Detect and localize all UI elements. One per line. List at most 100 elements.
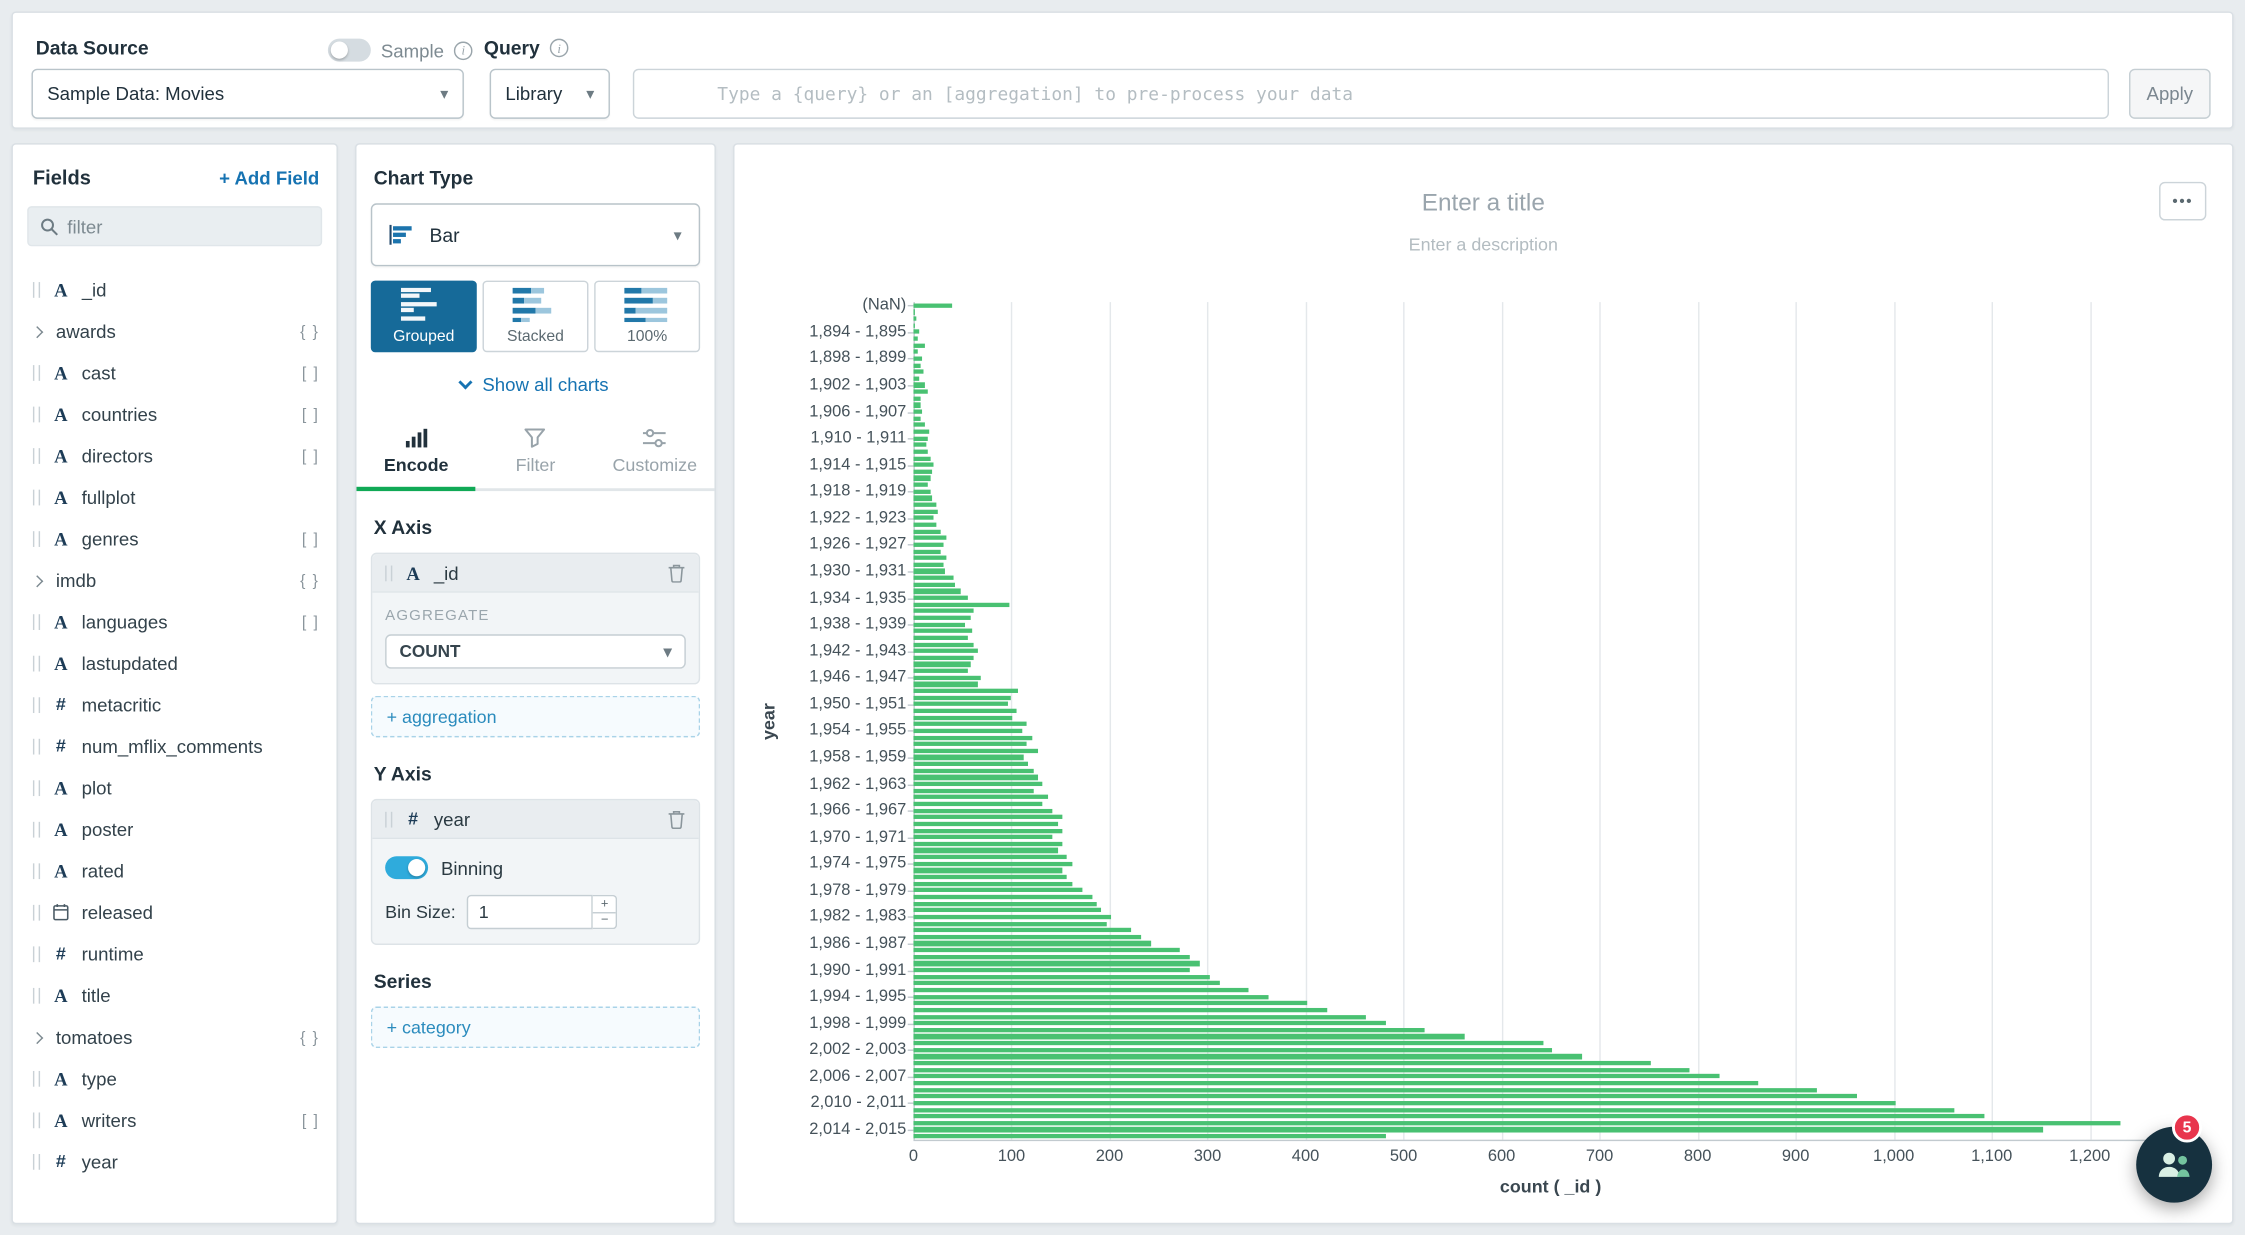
bar[interactable] bbox=[913, 316, 916, 321]
bar[interactable] bbox=[913, 310, 915, 315]
bar[interactable] bbox=[913, 702, 1008, 707]
chart-menu-button[interactable]: ••• bbox=[2159, 182, 2206, 221]
bar[interactable] bbox=[913, 788, 1033, 793]
bar[interactable] bbox=[913, 1094, 1856, 1099]
bar[interactable] bbox=[913, 682, 978, 687]
drag-handle-icon[interactable] bbox=[385, 811, 392, 827]
bar[interactable] bbox=[913, 1048, 1552, 1053]
increment-button[interactable]: + bbox=[593, 896, 616, 911]
bar[interactable] bbox=[913, 669, 968, 674]
bar[interactable] bbox=[913, 483, 928, 488]
bar[interactable] bbox=[913, 662, 970, 667]
drag-handle-icon[interactable] bbox=[33, 946, 40, 962]
bar[interactable] bbox=[913, 503, 936, 508]
tab-customize[interactable]: Customize bbox=[595, 414, 714, 488]
bar[interactable] bbox=[913, 370, 923, 375]
field-row-metacritic[interactable]: #metacritic bbox=[13, 684, 337, 726]
field-row-lastupdated[interactable]: Alastupdated bbox=[13, 643, 337, 685]
bar[interactable] bbox=[913, 330, 919, 335]
bar[interactable] bbox=[913, 516, 934, 521]
show-all-charts-link[interactable]: Show all charts bbox=[371, 374, 700, 395]
bar[interactable] bbox=[913, 941, 1150, 946]
field-row-fullplot[interactable]: Afullplot bbox=[13, 477, 337, 519]
bar[interactable] bbox=[913, 715, 1012, 720]
field-row-rated[interactable]: Arated bbox=[13, 850, 337, 892]
bar[interactable] bbox=[913, 509, 937, 514]
bar[interactable] bbox=[913, 469, 932, 474]
field-row-directors[interactable]: Adirectors[ ] bbox=[13, 435, 337, 477]
bar[interactable] bbox=[913, 356, 922, 361]
bar[interactable] bbox=[913, 1008, 1327, 1013]
bar[interactable] bbox=[913, 655, 974, 660]
bar[interactable] bbox=[913, 636, 968, 641]
bar[interactable] bbox=[913, 948, 1180, 953]
field-row-num_mflix_comments[interactable]: #num_mflix_comments bbox=[13, 726, 337, 768]
drag-handle-icon[interactable] bbox=[385, 565, 392, 581]
bar[interactable] bbox=[913, 542, 943, 547]
bar[interactable] bbox=[913, 722, 1027, 727]
bar[interactable] bbox=[913, 602, 1009, 607]
bar[interactable] bbox=[913, 589, 960, 594]
bar[interactable] bbox=[913, 975, 1209, 980]
bar[interactable] bbox=[913, 416, 920, 421]
bar[interactable] bbox=[913, 1088, 1817, 1093]
aggregate-select[interactable]: COUNT ▾ bbox=[385, 634, 686, 668]
bar[interactable] bbox=[913, 1001, 1307, 1006]
bar[interactable] bbox=[913, 901, 1096, 906]
field-row-languages[interactable]: Alanguages[ ] bbox=[13, 601, 337, 643]
bar[interactable] bbox=[913, 782, 1042, 787]
bar[interactable] bbox=[913, 350, 918, 355]
bar[interactable] bbox=[913, 649, 977, 654]
field-row-plot[interactable]: Aplot bbox=[13, 767, 337, 809]
drag-handle-icon[interactable] bbox=[33, 905, 40, 921]
drag-handle-icon[interactable] bbox=[33, 656, 40, 672]
tab-encode[interactable]: Encode bbox=[357, 414, 476, 488]
bar[interactable] bbox=[913, 808, 1052, 813]
bar[interactable] bbox=[913, 1021, 1385, 1026]
field-row-title[interactable]: Atitle bbox=[13, 975, 337, 1017]
bar[interactable] bbox=[913, 609, 974, 614]
field-row-imdb[interactable]: imdb{ } bbox=[13, 560, 337, 602]
bar[interactable] bbox=[913, 390, 927, 395]
bar[interactable] bbox=[913, 1061, 1650, 1066]
bar[interactable] bbox=[913, 795, 1047, 800]
bar[interactable] bbox=[913, 1081, 1758, 1086]
bar[interactable] bbox=[913, 1014, 1366, 1019]
binning-toggle[interactable] bbox=[385, 856, 428, 879]
bar[interactable] bbox=[913, 735, 1032, 740]
bar[interactable] bbox=[913, 576, 953, 581]
bar[interactable] bbox=[913, 981, 1219, 986]
drag-handle-icon[interactable] bbox=[33, 697, 40, 713]
bar[interactable] bbox=[913, 1121, 2121, 1126]
field-search-box[interactable] bbox=[27, 206, 322, 246]
data-source-select[interactable]: Sample Data: Movies ▾ bbox=[31, 69, 463, 119]
field-row-year[interactable]: #year bbox=[13, 1141, 337, 1183]
bar[interactable] bbox=[913, 549, 940, 554]
expand-chevron-icon[interactable] bbox=[31, 325, 43, 337]
bar[interactable] bbox=[913, 1034, 1464, 1039]
bar[interactable] bbox=[913, 675, 981, 680]
bar[interactable] bbox=[913, 895, 1091, 900]
drag-handle-icon[interactable] bbox=[33, 988, 40, 1004]
bar[interactable] bbox=[913, 988, 1248, 993]
info-icon[interactable]: i bbox=[454, 41, 473, 60]
bar[interactable] bbox=[913, 842, 1062, 847]
bar[interactable] bbox=[913, 935, 1140, 940]
query-input[interactable] bbox=[633, 69, 2109, 119]
bar[interactable] bbox=[913, 762, 1028, 767]
bar[interactable] bbox=[913, 403, 921, 408]
bar[interactable] bbox=[913, 1028, 1425, 1033]
bar[interactable] bbox=[913, 536, 945, 541]
bar[interactable] bbox=[913, 363, 921, 368]
library-select[interactable]: Library ▾ bbox=[490, 69, 610, 119]
bar[interactable] bbox=[913, 629, 972, 634]
add-field-button[interactable]: + Add Field bbox=[219, 167, 319, 188]
bar[interactable] bbox=[913, 742, 1027, 747]
bar[interactable] bbox=[913, 1068, 1689, 1073]
bar[interactable] bbox=[913, 396, 921, 401]
field-row-writers[interactable]: Awriters[ ] bbox=[13, 1100, 337, 1142]
field-row-_id[interactable]: A_id bbox=[13, 269, 337, 311]
drag-handle-icon[interactable] bbox=[33, 407, 40, 423]
drag-handle-icon[interactable] bbox=[33, 780, 40, 796]
bar[interactable] bbox=[913, 955, 1189, 960]
